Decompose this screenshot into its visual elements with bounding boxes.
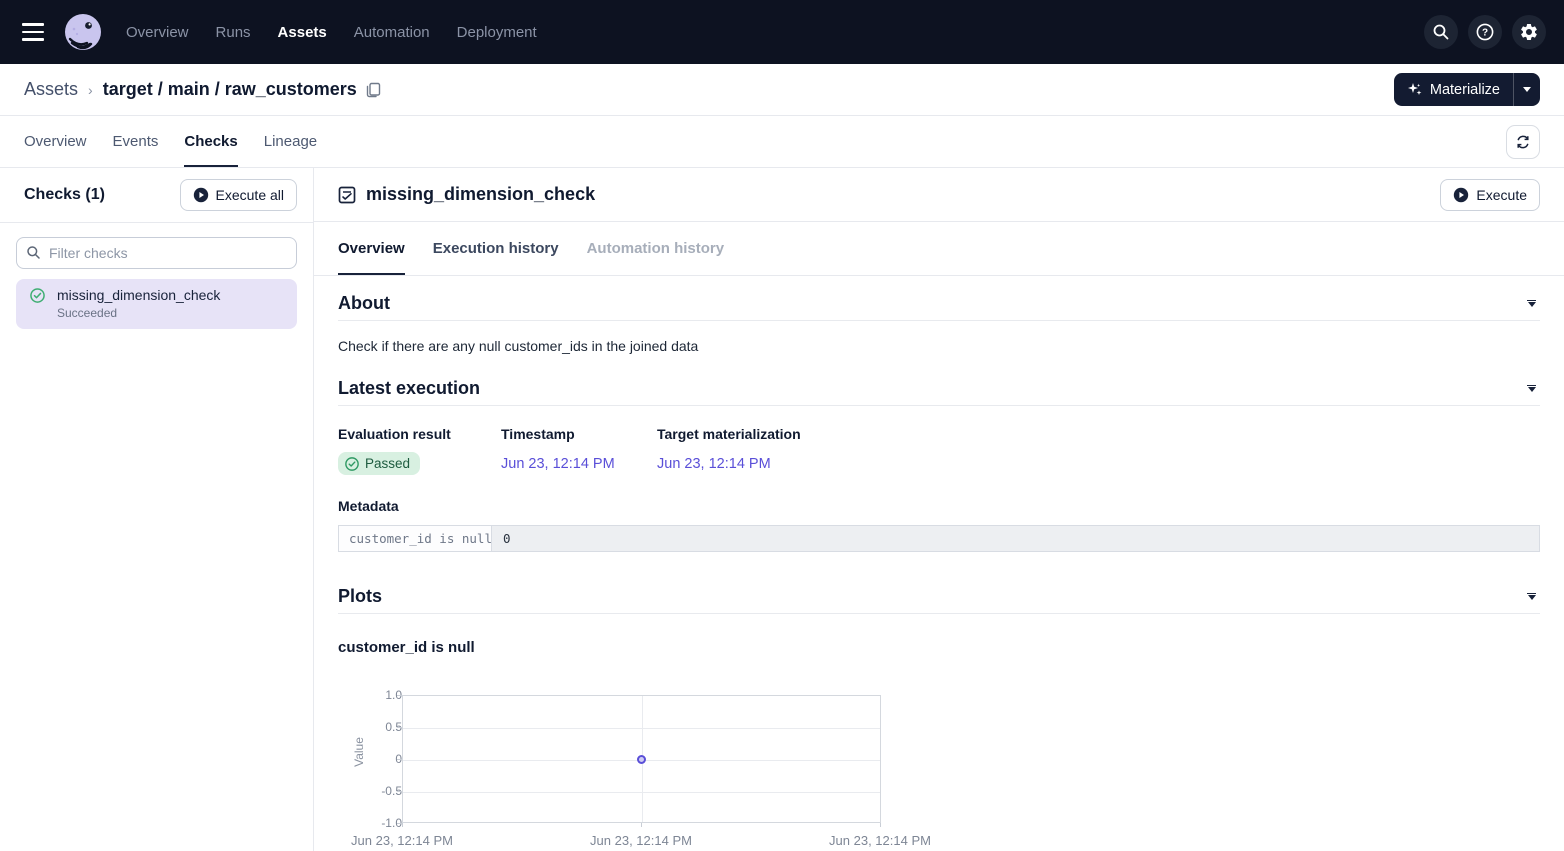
x-tick: Jun 23, 12:14 PM [332,833,472,848]
checks-count-title: Checks (1) [24,186,105,204]
y-tick: -0.5 [362,784,402,798]
nav-runs[interactable]: Runs [216,24,251,41]
materialize-button[interactable]: Materialize [1394,73,1513,106]
check-detail-panel: missing_dimension_check Execute Overview… [314,168,1564,851]
asset-key-path: target / main / raw_customers [103,79,357,100]
y-tick: 0.5 [362,720,402,734]
tab-checks[interactable]: Checks [184,116,237,167]
plots-heading: Plots [338,586,382,607]
settings-button[interactable] [1512,15,1546,49]
collapse-latest-icon[interactable] [1523,381,1540,397]
target-materialization-link[interactable]: Jun 23, 12:14 PM [657,456,771,472]
y-tick: 1.0 [362,688,402,702]
svg-text:?: ? [1482,28,1488,39]
metadata-value: 0 [492,526,1539,551]
check-circle-icon [30,288,45,303]
x-tick: Jun 23, 12:14 PM [571,833,711,848]
metadata-heading: Metadata [338,498,1540,514]
top-nav-bar: Overview Runs Assets Automation Deployme… [0,0,1564,64]
collapse-about-icon[interactable] [1523,296,1540,312]
refresh-icon [1515,134,1531,150]
check-list-item[interactable]: missing_dimension_check Succeeded [16,279,297,329]
nav-automation[interactable]: Automation [354,24,430,41]
settings-icon [1519,22,1539,42]
help-button[interactable]: ? [1468,15,1502,49]
target-materialization-header: Target materialization [657,426,1540,442]
tab-overview[interactable]: Overview [24,116,87,167]
asset-tab-bar: Overview Events Checks Lineage [0,116,1564,168]
latest-execution-heading: Latest execution [338,378,480,399]
execute-button[interactable]: Execute [1440,179,1540,211]
metadata-key: customer_id is null [339,526,492,551]
check-description: Check if there are any null customer_ids… [338,338,1540,354]
x-tick: Jun 23, 12:14 PM [810,833,950,848]
play-icon [193,187,209,203]
tab-execution-history[interactable]: Execution history [433,222,559,275]
y-tick: -1.0 [362,816,402,830]
check-status: Succeeded [57,306,285,320]
check-detail-tab-bar: Overview Execution history Automation hi… [314,222,1564,276]
check-circle-icon [345,457,359,471]
y-tick: 0 [362,752,402,766]
execute-all-button[interactable]: Execute all [180,179,297,211]
play-icon [1453,187,1469,203]
breadcrumb-bar: Assets › target / main / raw_customers M… [0,64,1564,116]
metadata-table: customer_id is null 0 [338,525,1540,552]
copy-icon [366,82,381,98]
search-icon [1432,23,1450,41]
materialize-dropdown-button[interactable] [1513,73,1540,106]
tab-check-overview[interactable]: Overview [338,222,405,275]
tab-events[interactable]: Events [113,116,159,167]
search-button[interactable] [1424,15,1458,49]
filter-checks-input[interactable] [16,237,297,269]
dagster-logo[interactable] [64,13,102,51]
breadcrumb-separator: › [88,82,93,98]
materialize-label: Materialize [1430,82,1500,98]
search-icon [26,245,41,260]
timestamp-header: Timestamp [501,426,657,442]
menu-icon[interactable] [22,18,50,46]
refresh-button[interactable] [1506,125,1540,159]
chevron-down-icon [1523,87,1531,92]
tab-automation-history[interactable]: Automation history [587,222,725,275]
nav-assets[interactable]: Assets [278,24,327,41]
check-document-icon [338,186,356,204]
collapse-plots-icon[interactable] [1523,589,1540,605]
passed-badge: Passed [338,452,420,475]
primary-nav: Overview Runs Assets Automation Deployme… [126,24,537,41]
nav-overview[interactable]: Overview [126,24,189,41]
data-point [637,755,646,764]
evaluation-result-header: Evaluation result [338,426,501,442]
breadcrumb-assets-link[interactable]: Assets [24,79,78,100]
plot-title: customer_id is null [338,639,1540,656]
nav-deployment[interactable]: Deployment [457,24,537,41]
timestamp-link[interactable]: Jun 23, 12:14 PM [501,456,615,472]
checks-sidebar: Checks (1) Execute all missing_dimension… [0,168,314,851]
check-detail-title: missing_dimension_check [366,184,595,205]
materialize-split-button: Materialize [1394,73,1540,106]
about-heading: About [338,293,390,314]
copy-button[interactable] [366,82,381,98]
metadata-plot: Value 1.0 0.5 0 -0.5 -1.0 [338,687,948,851]
sparkle-icon [1407,82,1423,98]
tab-lineage[interactable]: Lineage [264,116,317,167]
check-name: missing_dimension_check [57,287,220,303]
help-icon: ? [1475,22,1495,42]
